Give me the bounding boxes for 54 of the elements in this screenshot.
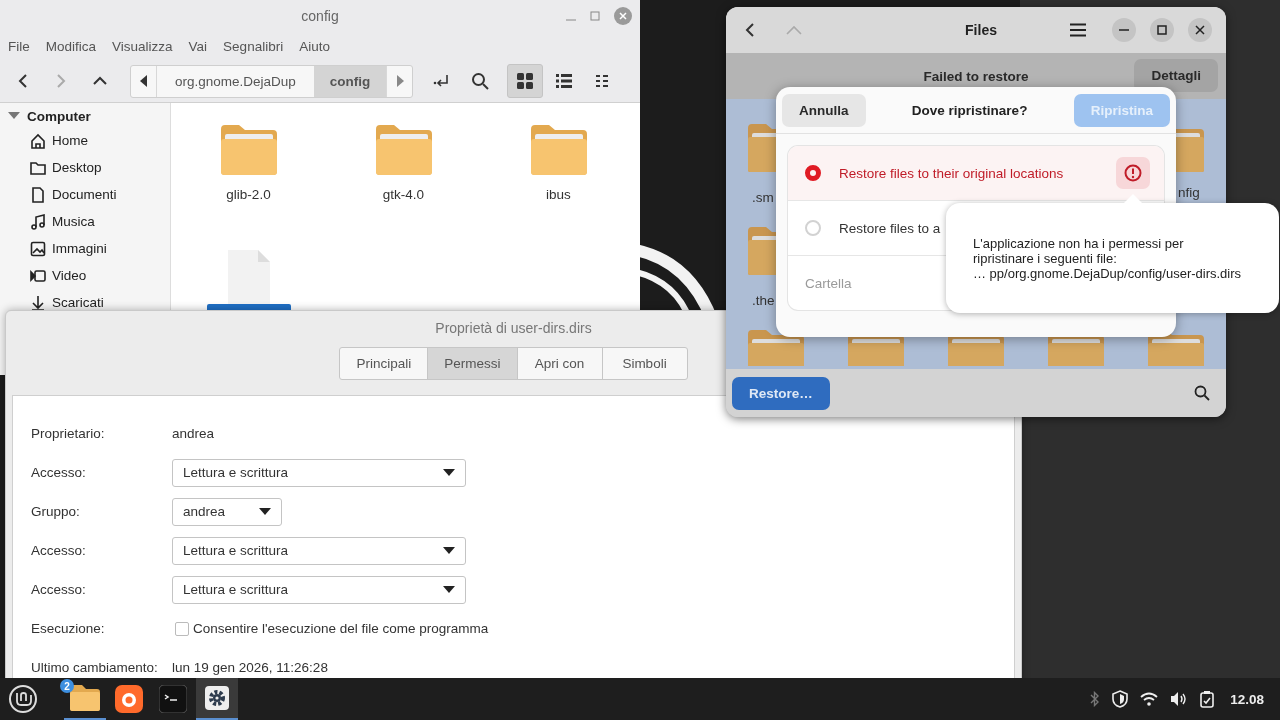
menu-item[interactable]: Vai <box>188 38 208 54</box>
menu-item[interactable]: Visualizza <box>112 38 173 54</box>
menu-item[interactable]: File <box>8 38 30 54</box>
dropdown[interactable]: Lettura e scrittura <box>172 575 466 604</box>
field-label: Accesso: <box>31 582 87 597</box>
sidebar-heading: Computer <box>27 108 91 124</box>
checkbox-label[interactable]: Consentire l'esecuzione del file come programma <box>193 621 489 636</box>
sidebar-item[interactable]: Musica <box>52 214 95 229</box>
menu-item[interactable]: Segnalibri <box>223 38 284 54</box>
menu-item[interactable]: Aiuto <box>299 38 330 54</box>
cancel-button[interactable]: Annulla <box>782 93 866 127</box>
dropdown[interactable]: Lettura e scrittura <box>172 536 466 565</box>
field-value: lun 19 gen 2026, 11:26:28 <box>172 660 328 675</box>
clock[interactable]: 12.08 <box>1230 691 1264 707</box>
sidebar-item[interactable]: Home <box>52 133 88 148</box>
sidebar-item[interactable]: Documenti <box>52 187 117 202</box>
tab[interactable]: Permessi <box>427 348 517 379</box>
path-segment[interactable]: config <box>313 65 387 97</box>
details-button[interactable]: Dettagli <box>1134 59 1218 92</box>
option-label[interactable]: Restore files to their original locations <box>839 165 1116 181</box>
field-label: Accesso: <box>31 465 87 480</box>
menu-item[interactable]: Modifica <box>45 38 97 54</box>
banner-text: Failed to restore <box>923 68 1029 84</box>
error-message: L'applicazione non ha i permessi per ripristinare i seguenti file: … pp/org.gnome.DejaDup/config/user-dirs.dirs <box>973 235 1242 281</box>
window-title: Files <box>964 22 998 38</box>
option-row[interactable]: Restore files to their original locations <box>788 146 1164 201</box>
tab[interactable]: Apri con <box>516 348 602 379</box>
dropdown[interactable]: andrea <box>172 497 282 526</box>
file-name: .sm <box>752 190 774 205</box>
window-title: Proprietà di user-dirs.dirs <box>435 320 592 336</box>
folder-name: ibus <box>545 187 572 202</box>
field-label: Esecuzione: <box>31 621 106 636</box>
sidebar-item[interactable]: Video <box>52 268 87 283</box>
field-label: Accesso: <box>31 543 87 558</box>
tab[interactable]: Principali <box>340 348 428 379</box>
notification-badge: 2 <box>60 679 74 693</box>
dropdown[interactable]: Lettura e scrittura <box>172 458 466 487</box>
sidebar-item[interactable]: Desktop <box>52 160 102 175</box>
field-value: andrea <box>172 426 215 441</box>
sidebar-item[interactable]: Scaricati <box>52 295 104 310</box>
field-label: Proprietario: <box>31 426 106 441</box>
field-label: Ultimo cambiamento: <box>31 660 159 675</box>
path-segment[interactable]: org.gnome.DejaDup <box>157 65 314 97</box>
sidebar-item[interactable]: Immagini <box>52 241 107 256</box>
tab[interactable]: Simboli <box>601 348 687 379</box>
restore-button[interactable]: Restore… <box>732 376 830 410</box>
dialog-title: Dove ripristinare? <box>911 102 1028 118</box>
folder-field[interactable]: Cartella <box>805 275 935 291</box>
file-name: .the <box>752 293 775 308</box>
field-label: Gruppo: <box>31 504 81 519</box>
window-title: config <box>301 8 339 24</box>
file-name: nfig <box>1178 185 1200 200</box>
folder-name: gtk-4.0 <box>381 187 426 202</box>
folder-name: glib-2.0 <box>225 187 272 202</box>
